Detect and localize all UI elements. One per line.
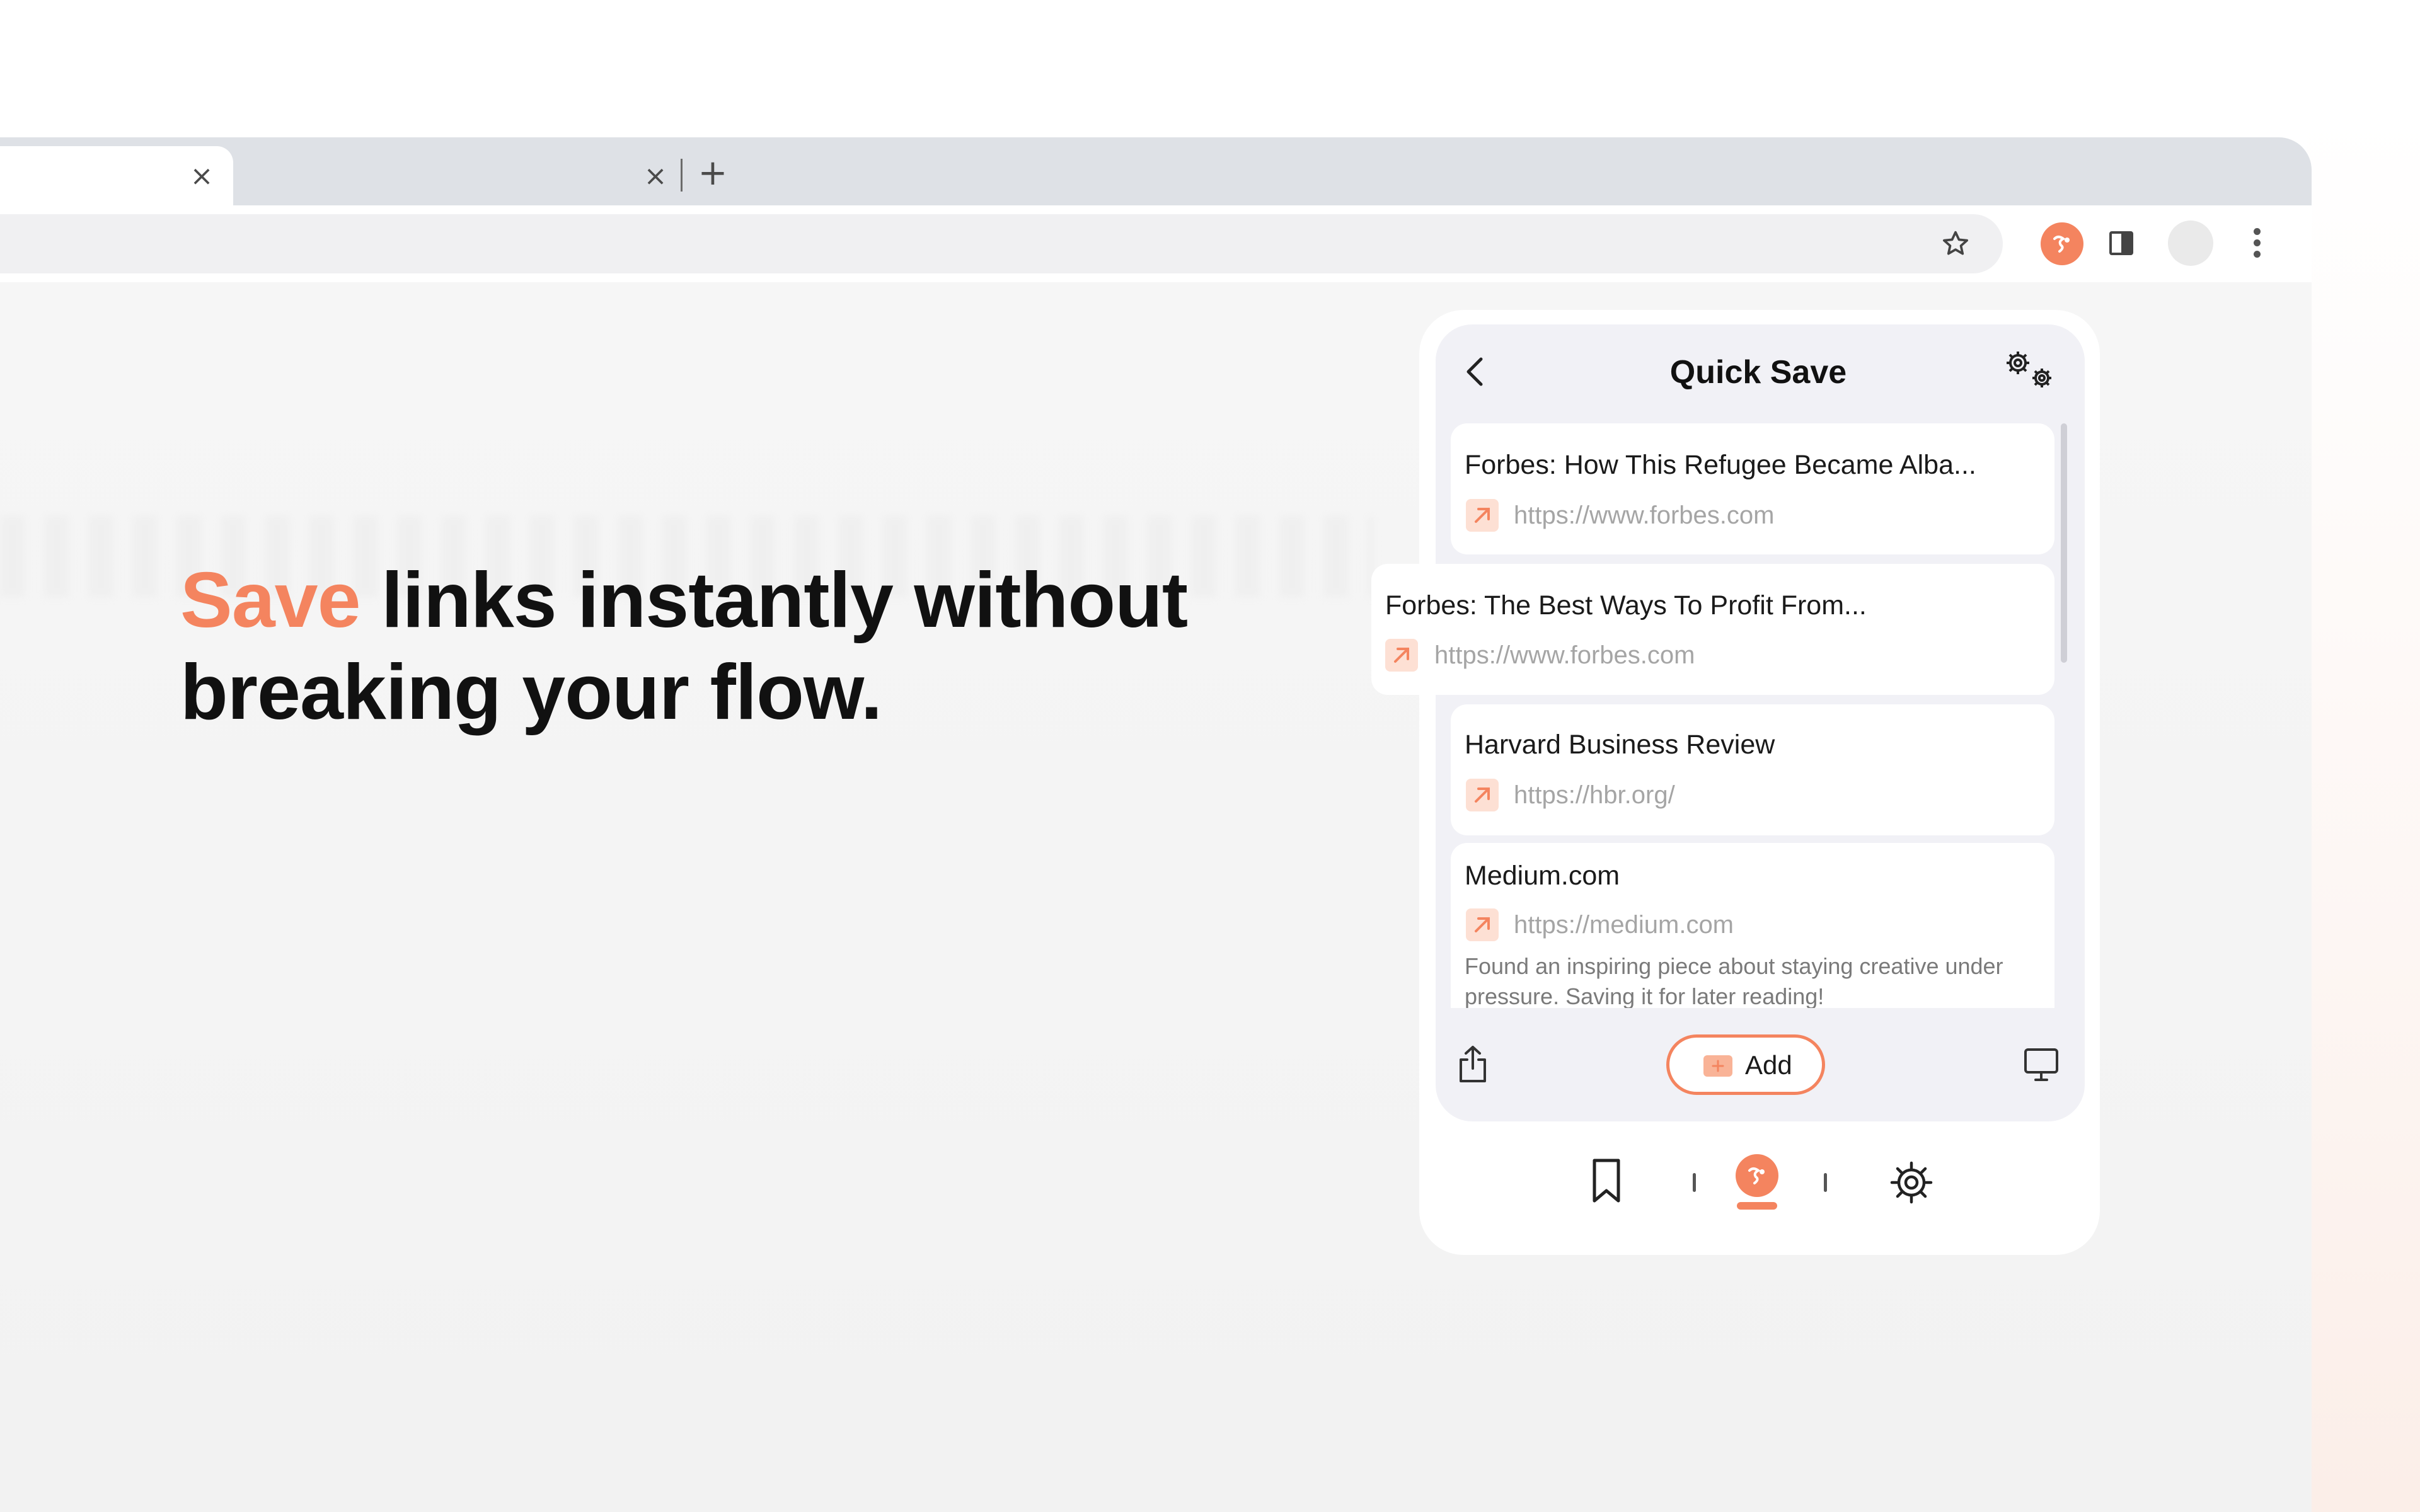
external-link-icon[interactable] xyxy=(1385,639,1418,672)
saved-link-card[interactable] xyxy=(1451,423,2054,554)
profile-avatar[interactable] xyxy=(2168,220,2213,266)
headline-line1: links instantly without xyxy=(360,557,1188,644)
new-tab-button[interactable]: + xyxy=(696,156,730,191)
card-title: Forbes: The Best Ways To Profit From... xyxy=(1385,590,1867,621)
nav-divider xyxy=(1693,1173,1696,1192)
share-icon[interactable] xyxy=(1456,1043,1490,1085)
card-url: https://www.forbes.com xyxy=(1434,641,1695,669)
card-note: Found an inspiring piece about staying c… xyxy=(1465,953,2003,1008)
back-chevron-icon[interactable] xyxy=(1461,353,1489,391)
panel-title: Quick Save xyxy=(1669,354,1847,391)
tab-strip: × × + xyxy=(0,137,2312,205)
add-button[interactable]: Add xyxy=(1666,1034,1825,1095)
active-tab-indicator xyxy=(1737,1202,1777,1210)
tab-inactive[interactable]: × xyxy=(233,146,674,205)
tab-close-icon[interactable]: × xyxy=(643,163,668,190)
side-panel-icon[interactable] xyxy=(2109,231,2134,256)
card-url: https://medium.com xyxy=(1514,911,1734,939)
background-glow xyxy=(2307,113,2420,1512)
add-plus-icon xyxy=(1703,1055,1732,1077)
headline-line2: breaking your flow. xyxy=(180,649,882,736)
headline-accent: Save xyxy=(180,557,361,644)
external-link-icon[interactable] xyxy=(1466,908,1499,941)
settings-gears-icon[interactable] xyxy=(1998,345,2061,394)
add-button-label: Add xyxy=(1745,1050,1792,1080)
external-link-icon[interactable] xyxy=(1466,499,1499,532)
saved-link-card[interactable] xyxy=(1451,704,2054,835)
star-icon[interactable] xyxy=(1940,228,1971,260)
address-bar[interactable] xyxy=(0,214,2003,273)
browser-toolbar xyxy=(0,205,2312,282)
kebab-menu-icon[interactable] xyxy=(2247,228,2266,260)
external-link-icon[interactable] xyxy=(1466,779,1499,811)
home-logo-icon[interactable] xyxy=(1736,1154,1778,1197)
tab-active[interactable]: × xyxy=(0,146,233,205)
settings-icon[interactable] xyxy=(1888,1159,1935,1206)
bookmark-icon[interactable] xyxy=(1588,1157,1625,1205)
saved-link-card-dragging[interactable] xyxy=(1371,564,2054,695)
card-title: Harvard Business Review xyxy=(1465,730,1775,760)
card-url: https://hbr.org/ xyxy=(1514,781,1675,809)
card-title: Medium.com xyxy=(1465,861,1620,891)
extension-icon[interactable] xyxy=(2041,222,2083,265)
monitor-icon[interactable] xyxy=(2023,1047,2060,1082)
card-title: Forbes: How This Refugee Became Alba... xyxy=(1465,450,1976,480)
card-url: https://www.forbes.com xyxy=(1514,501,1775,529)
scrollbar-thumb[interactable] xyxy=(2061,423,2067,663)
tab-close-icon[interactable]: × xyxy=(189,163,214,190)
tab-separator xyxy=(681,159,683,192)
hero-headline: Save links instantly without breaking yo… xyxy=(180,554,1283,738)
nav-divider xyxy=(1824,1173,1827,1192)
